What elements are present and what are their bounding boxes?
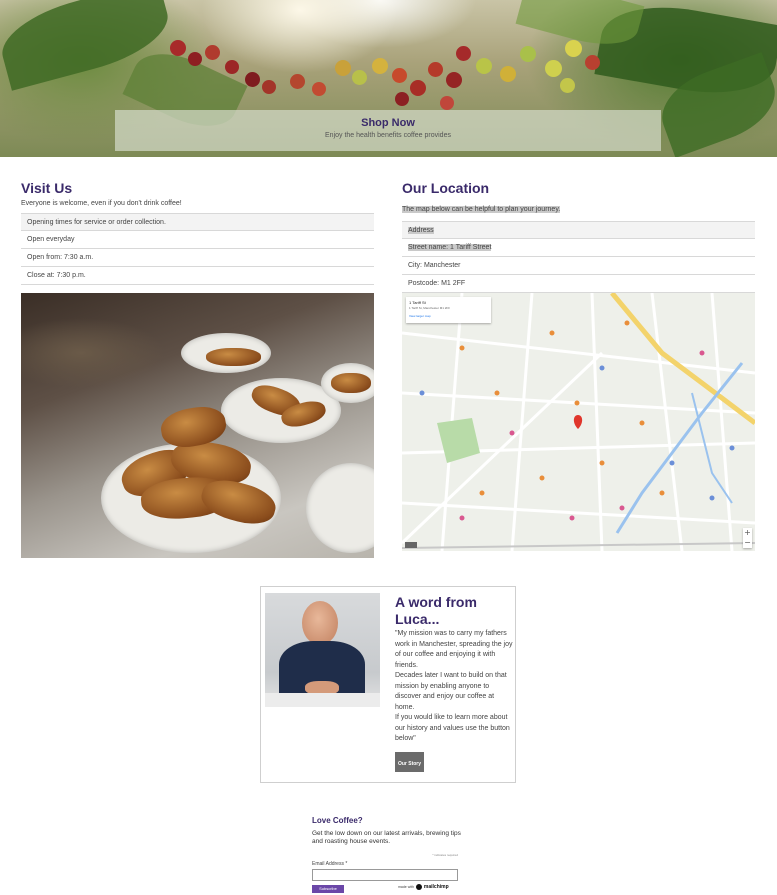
coffee-berry xyxy=(245,72,260,87)
quote-paragraph: Decades later I want to build on that mi… xyxy=(395,672,507,711)
newsletter-description: Get the low down on our latest arrivals,… xyxy=(312,830,461,845)
mailchimp-badge[interactable]: made with mailchimp xyxy=(398,884,449,891)
table-row: Open everyday xyxy=(21,231,374,249)
mailchimp-icon xyxy=(415,884,422,891)
croissant xyxy=(331,373,371,393)
coffee-berry xyxy=(225,60,239,74)
table-row: Street name: 1 Tariff Street xyxy=(402,239,755,257)
our-story-button[interactable]: Our Story xyxy=(395,752,424,772)
table-row: Postcode: M1 2FF xyxy=(402,275,755,293)
coffee-berry xyxy=(560,78,575,93)
table-row: Open from: 7:30 a.m. xyxy=(21,249,374,267)
table-row: Opening times for service or order colle… xyxy=(21,213,374,231)
coffee-berry xyxy=(188,52,202,66)
visit-us-heading: Visit Us xyxy=(21,180,73,196)
plate xyxy=(306,463,374,553)
luca-quote: "My mission was to carry my fathers work… xyxy=(395,629,513,745)
coffee-berry xyxy=(392,68,407,83)
our-location-lead: The map below can be helpful to plan you… xyxy=(402,206,561,213)
coffee-berry xyxy=(352,70,367,85)
shop-now-subtitle: Enjoy the health benefits coffee provide… xyxy=(325,132,451,139)
quote-paragraph: If you would like to learn more about ou… xyxy=(395,714,510,742)
google-logo xyxy=(405,542,417,548)
our-location-section: Our Location The map below can be helpfu… xyxy=(402,180,755,293)
map-zoom-controls: + − xyxy=(743,528,752,548)
coffee-berry xyxy=(262,80,276,94)
map-streets xyxy=(402,293,755,551)
luca-card: A word from Luca... "My mission was to c… xyxy=(260,586,516,783)
our-location-heading: Our Location xyxy=(402,180,490,196)
quote-paragraph: "My mission was to carry my fathers work… xyxy=(395,630,513,669)
coffee-berry xyxy=(500,66,516,82)
visit-us-section: Visit Us Everyone is welcome, even if yo… xyxy=(21,180,374,285)
mailchimp-brand: mailchimp xyxy=(423,884,449,890)
address-header: Address xyxy=(408,227,434,234)
pastries-photo xyxy=(21,293,374,558)
portrait-desk xyxy=(265,693,380,707)
subscribe-button[interactable]: Subscribe xyxy=(312,885,344,893)
coffee-berry xyxy=(585,55,600,70)
coffee-berry xyxy=(428,62,443,77)
newsletter-heading: Love Coffee? xyxy=(312,816,363,825)
hero-banner: Shop Now Enjoy the health benefits coffe… xyxy=(0,0,777,157)
luca-portrait xyxy=(265,593,380,707)
address-table: Address Street name: 1 Tariff Street Cit… xyxy=(402,221,755,293)
coffee-berry xyxy=(565,40,582,57)
required-note: * indicates required xyxy=(432,853,458,857)
coffee-berry xyxy=(205,45,220,60)
croissant xyxy=(206,348,261,366)
luca-heading: A word from Luca... xyxy=(395,594,477,627)
coffee-berry xyxy=(410,80,426,96)
shop-now-title[interactable]: Shop Now xyxy=(115,117,661,129)
coffee-berry xyxy=(335,60,351,76)
coffee-berry xyxy=(440,96,454,110)
coffee-berry xyxy=(395,92,409,106)
made-with-text: made with xyxy=(398,885,414,889)
zoom-out-button[interactable]: − xyxy=(743,538,752,548)
google-map[interactable]: 1 Tariff St 1 Tariff St, Manchester M1 2… xyxy=(402,293,755,551)
coffee-berry xyxy=(476,58,492,74)
coffee-berry xyxy=(372,58,388,74)
shop-now-banner[interactable]: Shop Now Enjoy the health benefits coffe… xyxy=(115,110,661,151)
opening-times-table: Opening times for service or order colle… xyxy=(21,213,374,285)
coffee-berry xyxy=(545,60,562,77)
street-name: Street name: 1 Tariff Street xyxy=(408,244,492,251)
newsletter-signup: Love Coffee? Get the low down on our lat… xyxy=(312,816,472,893)
coffee-berry xyxy=(446,72,462,88)
view-larger-map-link[interactable]: View larger map xyxy=(406,310,491,318)
coffee-berry xyxy=(170,40,186,56)
coffee-berry xyxy=(456,46,471,61)
email-field[interactable] xyxy=(312,869,458,881)
table-row: City: Manchester xyxy=(402,257,755,275)
portrait-head xyxy=(302,601,338,645)
table-row: Address xyxy=(402,221,755,239)
coffee-berry xyxy=(290,74,305,89)
table-row: Close at: 7:30 p.m. xyxy=(21,267,374,285)
map-place-card: 1 Tariff St 1 Tariff St, Manchester M1 2… xyxy=(406,297,491,323)
coffee-berry xyxy=(312,82,326,96)
zoom-in-button[interactable]: + xyxy=(743,528,752,538)
email-label: Email Address * xyxy=(312,861,348,867)
visit-us-lead: Everyone is welcome, even if you don't d… xyxy=(21,200,182,207)
map-place-name: 1 Tariff St xyxy=(409,300,426,305)
coffee-berry xyxy=(520,46,536,62)
